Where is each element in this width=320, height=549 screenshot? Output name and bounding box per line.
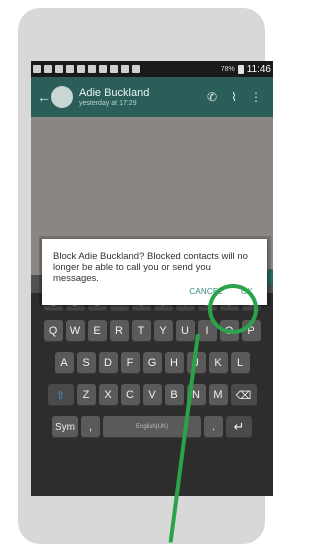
contact-name: Adie Buckland [79, 87, 150, 99]
chat-header: ← Adie Buckland yesterday at 17:29 ✆ ⌇ ⋮ [31, 77, 273, 117]
avatar[interactable] [51, 86, 73, 108]
shift-key[interactable]: ⇧ [47, 384, 74, 406]
alarm-icon [110, 65, 118, 73]
more-icon[interactable]: ⋮ [245, 90, 267, 104]
key-a[interactable]: A [54, 352, 74, 374]
phone-icon[interactable]: ✆ [201, 90, 223, 104]
notification-icons [33, 65, 221, 73]
key-w[interactable]: W [65, 320, 85, 342]
status-bar: 78% 11:46 [31, 61, 273, 77]
key-z[interactable]: Z [76, 384, 96, 406]
key-l[interactable]: L [230, 352, 250, 374]
signal-icon [132, 65, 140, 73]
whatsapp-icon [77, 65, 85, 73]
backspace-key[interactable]: ⌫ [230, 384, 257, 406]
key-c[interactable]: C [120, 384, 140, 406]
status-clock: 11:46 [246, 63, 271, 75]
period-key[interactable]: . [204, 416, 223, 438]
highlight-circle [208, 284, 258, 334]
missed-call-icon [44, 65, 52, 73]
key-u[interactable]: U [175, 320, 195, 342]
battery-percent: 78% [220, 65, 235, 73]
key-e[interactable]: E [87, 320, 107, 342]
key-d[interactable]: D [98, 352, 118, 374]
key-t[interactable]: T [131, 320, 151, 342]
contact-info[interactable]: Adie Buckland yesterday at 17:29 [79, 87, 201, 107]
key-f[interactable]: F [120, 352, 140, 374]
sym-key[interactable]: Sym [52, 416, 78, 438]
key-q[interactable]: Q [43, 320, 63, 342]
enter-key[interactable]: ↵ [226, 416, 252, 438]
key-x[interactable]: X [98, 384, 118, 406]
key-k[interactable]: K [208, 352, 228, 374]
mute-icon [99, 65, 107, 73]
wifi-icon [121, 65, 129, 73]
attach-icon[interactable]: ⌇ [223, 90, 245, 104]
key-g[interactable]: G [142, 352, 162, 374]
last-seen: yesterday at 17:29 [79, 100, 137, 107]
flipboard-icon [66, 65, 74, 73]
key-v[interactable]: V [142, 384, 162, 406]
dialog-message: Block Adie Buckland? Blocked contacts wi… [53, 251, 248, 284]
key-h[interactable]: H [164, 352, 184, 374]
key-b[interactable]: B [164, 384, 184, 406]
comma-key[interactable]: , [81, 416, 100, 438]
key-y[interactable]: Y [153, 320, 173, 342]
back-arrow-icon[interactable]: ← [37, 89, 51, 105]
battery-icon [237, 64, 244, 74]
key-m[interactable]: M [208, 384, 228, 406]
key-r[interactable]: R [109, 320, 129, 342]
notification-icon [33, 65, 41, 73]
email-icon [55, 65, 63, 73]
key-s[interactable]: S [76, 352, 96, 374]
bluetooth-icon [88, 65, 96, 73]
